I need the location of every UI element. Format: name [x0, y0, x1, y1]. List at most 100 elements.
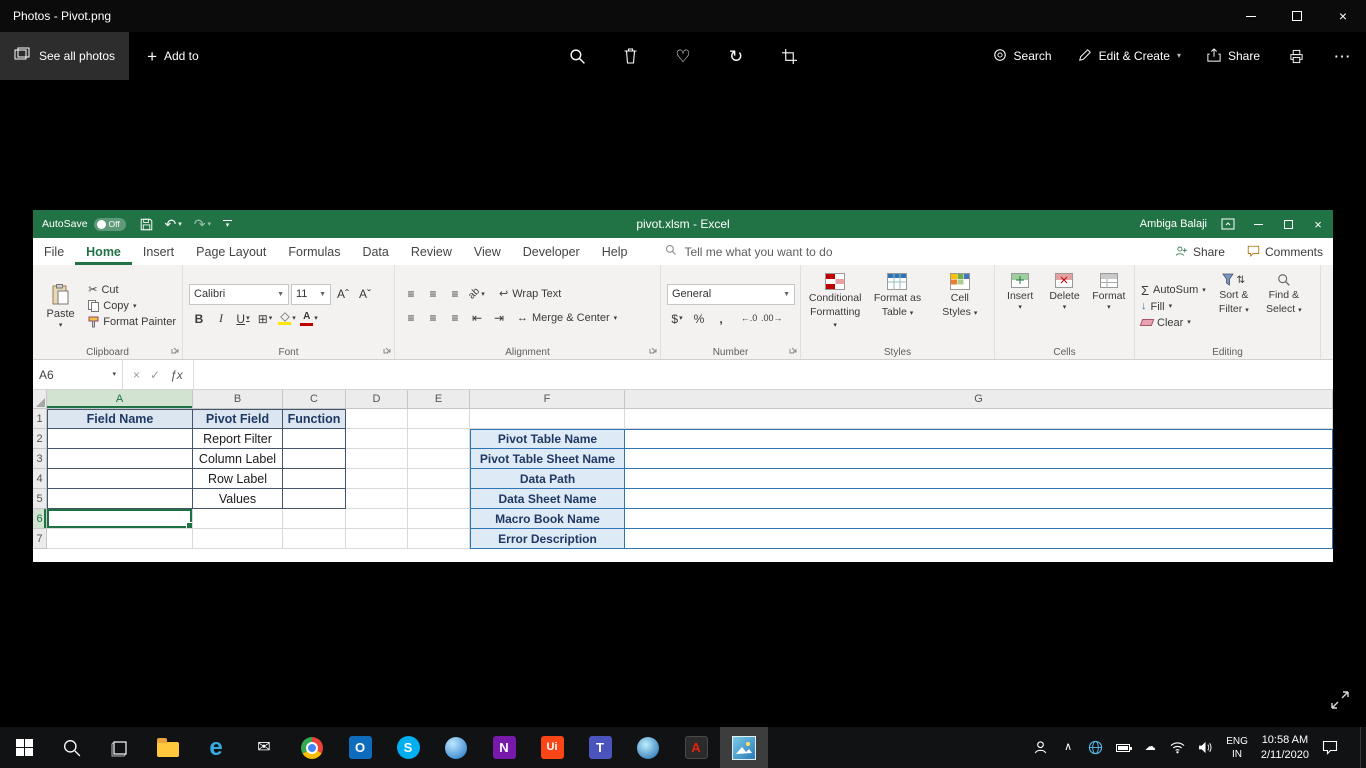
select-all-corner[interactable]	[33, 390, 47, 409]
more-options-icon[interactable]: ⋯	[1332, 46, 1352, 66]
sort-filter-button[interactable]: ⇅ Sort & Filter ▾	[1212, 269, 1256, 343]
cell-E5[interactable]	[408, 489, 470, 509]
merge-center-button[interactable]: ↔ Merge & Center ▾	[517, 312, 617, 324]
autosave-toggle[interactable]: AutoSave Off	[42, 218, 126, 231]
cell-G1[interactable]	[625, 409, 1333, 429]
cell-F5[interactable]: Data Sheet Name	[470, 489, 625, 509]
browser-icon[interactable]	[432, 727, 480, 768]
font-color-button[interactable]: A ▾	[299, 309, 319, 329]
column-header-F[interactable]: F	[470, 390, 625, 409]
cancel-icon[interactable]: ×	[133, 369, 140, 381]
cell-C2[interactable]	[283, 429, 346, 449]
customize-quick-access-button[interactable]: ▾	[223, 220, 232, 229]
cell-B1[interactable]: Pivot Field	[193, 409, 283, 429]
name-box[interactable]: A6 ▾	[33, 360, 123, 389]
cell-D3[interactable]	[346, 449, 408, 469]
cell-D2[interactable]	[346, 429, 408, 449]
cell-A3[interactable]	[47, 449, 193, 469]
tab-view[interactable]: View	[463, 238, 512, 265]
teams-icon[interactable]: T	[576, 727, 624, 768]
tab-insert[interactable]: Insert	[132, 238, 185, 265]
crop-icon[interactable]	[779, 46, 799, 66]
insert-cells-button[interactable]: Insert ▾	[1001, 269, 1039, 343]
underline-button[interactable]: U▾	[233, 309, 253, 329]
volume-icon[interactable]	[1198, 741, 1213, 754]
window-minimize-button[interactable]	[1228, 0, 1274, 32]
cell-A6-selected[interactable]	[47, 509, 193, 529]
row-header-3[interactable]: 3	[33, 449, 47, 469]
cell-B3[interactable]: Column Label	[193, 449, 283, 469]
outlook-icon[interactable]: O	[336, 727, 384, 768]
cell-C6[interactable]	[283, 509, 346, 529]
favorite-heart-icon[interactable]: ♡	[673, 46, 693, 66]
increase-decimal-icon[interactable]: ←.0	[739, 309, 759, 329]
clear-button[interactable]: Clear ▾	[1141, 317, 1206, 329]
see-all-photos-button[interactable]: See all photos	[0, 32, 129, 80]
excel-maximize-button[interactable]	[1273, 210, 1303, 238]
tab-help[interactable]: Help	[591, 238, 639, 265]
tab-page-layout[interactable]: Page Layout	[185, 238, 277, 265]
cell-B5[interactable]: Values	[193, 489, 283, 509]
row-header-5[interactable]: 5	[33, 489, 47, 509]
column-header-B[interactable]: B	[193, 390, 283, 409]
excel-close-button[interactable]: ×	[1303, 210, 1333, 238]
cell-A2[interactable]	[47, 429, 193, 449]
cell-D7[interactable]	[346, 529, 408, 549]
comma-style-button[interactable]: ,	[711, 309, 731, 329]
cell-C4[interactable]	[283, 469, 346, 489]
uipath-icon[interactable]: Ui	[528, 727, 576, 768]
fill-color-button[interactable]: ▾	[277, 309, 297, 329]
cell-G7[interactable]	[625, 529, 1333, 549]
cell-D4[interactable]	[346, 469, 408, 489]
cell-B2[interactable]: Report Filter	[193, 429, 283, 449]
search-button[interactable]: Search	[993, 48, 1052, 65]
row-header-2[interactable]: 2	[33, 429, 47, 449]
cell-G3[interactable]	[625, 449, 1333, 469]
column-header-A[interactable]: A	[47, 390, 193, 409]
rotate-icon[interactable]: ↻	[726, 46, 746, 66]
orientation-button[interactable]: ab▾	[467, 284, 487, 304]
cell-F7[interactable]: Error Description	[470, 529, 625, 549]
paste-button[interactable]: Paste ▾	[39, 269, 82, 343]
chevron-up-icon[interactable]: ∧	[1061, 742, 1075, 753]
decrease-indent-icon[interactable]: ⇤	[467, 308, 487, 328]
comments-button[interactable]: Comments	[1239, 242, 1331, 262]
onenote-icon[interactable]: N	[480, 727, 528, 768]
autosum-button[interactable]: Σ AutoSum ▾	[1141, 284, 1206, 297]
excel-share-button[interactable]: Share	[1167, 242, 1233, 262]
tab-formulas[interactable]: Formulas	[277, 238, 351, 265]
align-right-icon[interactable]: ≡	[445, 308, 465, 328]
cell-G4[interactable]	[625, 469, 1333, 489]
cell-C7[interactable]	[283, 529, 346, 549]
enter-icon[interactable]: ✓	[150, 369, 160, 381]
decrease-decimal-icon[interactable]: .00→	[761, 309, 783, 329]
increase-indent-icon[interactable]: ⇥	[489, 308, 509, 328]
bold-button[interactable]: B	[189, 309, 209, 329]
row-header-7[interactable]: 7	[33, 529, 47, 549]
ribbon-display-options-icon[interactable]	[1221, 218, 1235, 230]
add-to-button[interactable]: + Add to	[147, 48, 199, 65]
font-size-select[interactable]: 11 ▼	[291, 284, 331, 305]
cell-A4[interactable]	[47, 469, 193, 489]
cell-E7[interactable]	[408, 529, 470, 549]
cell-F2[interactable]: Pivot Table Name	[470, 429, 625, 449]
cell-A7[interactable]	[47, 529, 193, 549]
cell-E4[interactable]	[408, 469, 470, 489]
formula-input[interactable]	[194, 360, 1333, 389]
share-button[interactable]: Share	[1207, 48, 1260, 65]
row-header-6[interactable]: 6	[33, 509, 47, 529]
cell-F3[interactable]: Pivot Table Sheet Name	[470, 449, 625, 469]
task-view-button[interactable]	[96, 727, 144, 768]
tab-review[interactable]: Review	[400, 238, 463, 265]
print-icon[interactable]	[1286, 46, 1306, 66]
cell-G2[interactable]	[625, 429, 1333, 449]
fill-button[interactable]: ↓ Fill ▾	[1141, 301, 1206, 313]
cell-B4[interactable]: Row Label	[193, 469, 283, 489]
delete-cells-button[interactable]: Delete ▾	[1045, 269, 1083, 343]
tab-data[interactable]: Data	[351, 238, 399, 265]
wrap-text-button[interactable]: ↩ Wrap Text	[499, 288, 561, 300]
cut-button[interactable]: ✂ Cut	[88, 284, 176, 296]
find-select-button[interactable]: Find & Select ▾	[1262, 269, 1306, 343]
borders-button[interactable]: ⊞▾	[255, 309, 275, 329]
start-button[interactable]	[0, 727, 48, 768]
